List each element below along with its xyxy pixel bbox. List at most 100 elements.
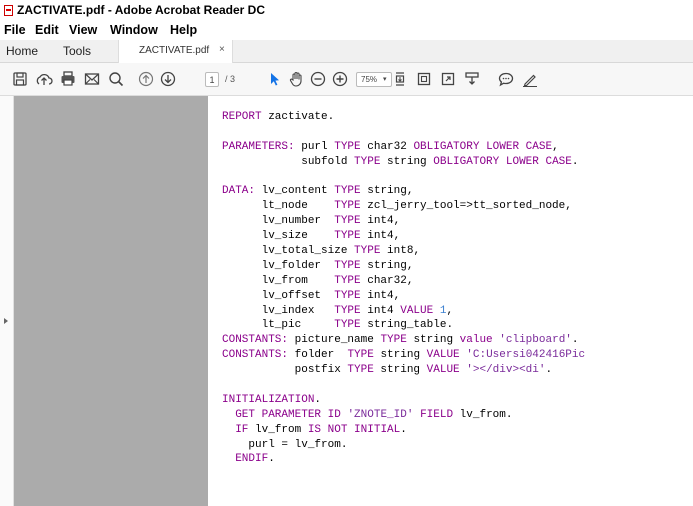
code-token: lv_content	[255, 185, 335, 198]
menu-view[interactable]: View	[69, 23, 97, 37]
fit-page-icon[interactable]	[390, 69, 410, 89]
code-token: string	[373, 349, 427, 362]
code-token: OBLIGATORY LOWER CASE	[413, 140, 553, 153]
tab-tools[interactable]: Tools	[63, 44, 91, 58]
tab-bar: Home Tools ZACTIVATE.pdf ×	[0, 40, 693, 63]
code-token: string	[406, 334, 460, 347]
code-line: lv_index TYPE int4 VALUE 1,	[222, 304, 585, 319]
code-line: lv_number TYPE int4,	[222, 214, 585, 229]
code-line: DATA: lv_content TYPE string,	[222, 184, 585, 199]
page-down-icon[interactable]	[158, 69, 178, 89]
code-token: TYPE	[354, 155, 381, 168]
pdf-page: REPORT zactivate. PARAMETERS: purl TYPE c…	[208, 96, 693, 506]
code-line: CONSTANTS: picture_name TYPE string valu…	[222, 333, 585, 348]
window-title: ZACTIVATE.pdf - Adobe Acrobat Reader DC	[17, 3, 266, 17]
zoom-in-icon[interactable]	[330, 69, 350, 89]
code-line: INITIALIZATION.	[222, 393, 585, 408]
code-line: postfix TYPE string VALUE '></div><di'.	[222, 363, 585, 378]
code-token: subfold	[222, 155, 355, 168]
code-line: lv_total_size TYPE int8,	[222, 244, 585, 259]
comment-icon[interactable]	[496, 69, 516, 89]
code-token: TYPE	[334, 215, 361, 228]
code-token: .	[571, 155, 579, 168]
code-token: TYPE	[334, 259, 361, 272]
code-line: lt_node TYPE zcl_jerry_tool=>tt_sorted_n…	[222, 199, 585, 214]
code-token: lv_folder	[222, 259, 335, 272]
search-icon[interactable]	[106, 69, 126, 89]
code-line: REPORT zactivate.	[222, 110, 585, 125]
code-token: TYPE	[334, 140, 361, 153]
title-bar: ZACTIVATE.pdf - Adobe Acrobat Reader DC	[0, 0, 693, 22]
code-token: TYPE	[347, 349, 374, 362]
code-token: .	[545, 364, 553, 377]
expand-pane-icon[interactable]	[4, 318, 8, 324]
code-line: CONSTANTS: folder TYPE string VALUE 'C:U…	[222, 348, 585, 363]
tab-document[interactable]: ZACTIVATE.pdf ×	[118, 40, 233, 63]
menu-window[interactable]: Window	[110, 23, 158, 37]
tab-home[interactable]: Home	[6, 44, 38, 58]
code-token: lv_index	[222, 304, 335, 317]
code-token: postfix	[222, 364, 348, 377]
code-token: TYPE	[334, 304, 361, 317]
code-token: purl	[294, 140, 335, 153]
code-token: TYPE	[334, 274, 361, 287]
code-token: 'ZNOTE_ID'	[347, 408, 414, 421]
code-token: int8,	[380, 245, 421, 258]
document-viewer[interactable]: REPORT zactivate. PARAMETERS: purl TYPE c…	[14, 96, 693, 506]
page-number-input[interactable]: 1	[205, 72, 219, 87]
code-token: GET PARAMETER ID	[235, 408, 341, 421]
code-token: VALUE	[400, 304, 434, 317]
code-token: VALUE	[426, 364, 460, 377]
email-icon[interactable]	[82, 69, 102, 89]
code-token: lv_number	[222, 215, 335, 228]
read-mode-icon[interactable]	[462, 69, 482, 89]
code-token: 'clipboard'	[499, 334, 572, 347]
code-token: .	[400, 423, 407, 436]
code-line: purl = lv_from.	[222, 438, 585, 453]
code-token: int4,	[360, 289, 401, 302]
sign-icon[interactable]	[520, 69, 540, 89]
code-token: VALUE	[426, 349, 460, 362]
close-tab-icon[interactable]: ×	[219, 44, 225, 55]
select-arrow-icon[interactable]	[264, 69, 284, 89]
upload-icon[interactable]	[34, 69, 54, 89]
code-token: int4,	[360, 230, 401, 243]
code-line: lv_size TYPE int4,	[222, 229, 585, 244]
zoom-dropdown-icon: ▾	[383, 76, 387, 83]
menu-help[interactable]: Help	[170, 23, 197, 37]
code-token: IS NOT INITIAL	[307, 423, 401, 436]
scrolling-mode-icon[interactable]	[414, 69, 434, 89]
code-token: TYPE	[334, 289, 361, 302]
code-token: lt_node	[222, 200, 335, 213]
code-token: TYPE	[334, 200, 361, 213]
code-token: ,	[552, 140, 559, 153]
code-token: string,	[360, 185, 414, 198]
pdf-app-icon	[4, 5, 13, 16]
zoom-dropdown[interactable]: 75% ▾	[356, 72, 392, 87]
code-token: TYPE	[334, 230, 361, 243]
code-token: 'C:Usersi042416Pic	[466, 349, 586, 362]
menu-file[interactable]: File	[4, 23, 26, 37]
left-navigation-pane[interactable]	[0, 96, 14, 506]
save-icon[interactable]	[10, 69, 30, 89]
menu-edit[interactable]: Edit	[35, 23, 59, 37]
code-token: string	[380, 155, 434, 168]
code-token: lt_pic	[222, 319, 335, 332]
fullscreen-icon[interactable]	[438, 69, 458, 89]
zoom-out-icon[interactable]	[308, 69, 328, 89]
toolbar: 1 / 3 75% ▾	[0, 63, 693, 96]
code-token: TYPE	[354, 245, 381, 258]
code-token: TYPE	[334, 319, 361, 332]
hand-icon[interactable]	[286, 69, 306, 89]
code-token: TYPE	[347, 364, 374, 377]
code-token: value	[459, 334, 493, 347]
code-token: .	[314, 393, 322, 406]
code-token: int4,	[360, 215, 401, 228]
page-up-icon[interactable]	[136, 69, 156, 89]
print-icon[interactable]	[58, 69, 78, 89]
